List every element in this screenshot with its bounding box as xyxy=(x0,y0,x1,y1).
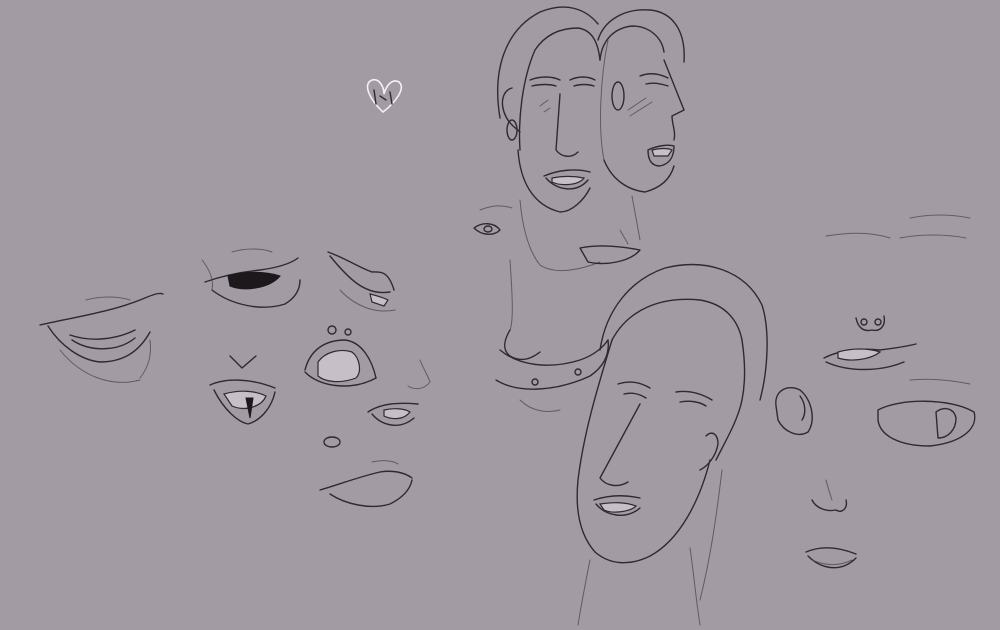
canvas-background xyxy=(0,0,1000,630)
sketch-canvas xyxy=(0,0,1000,630)
